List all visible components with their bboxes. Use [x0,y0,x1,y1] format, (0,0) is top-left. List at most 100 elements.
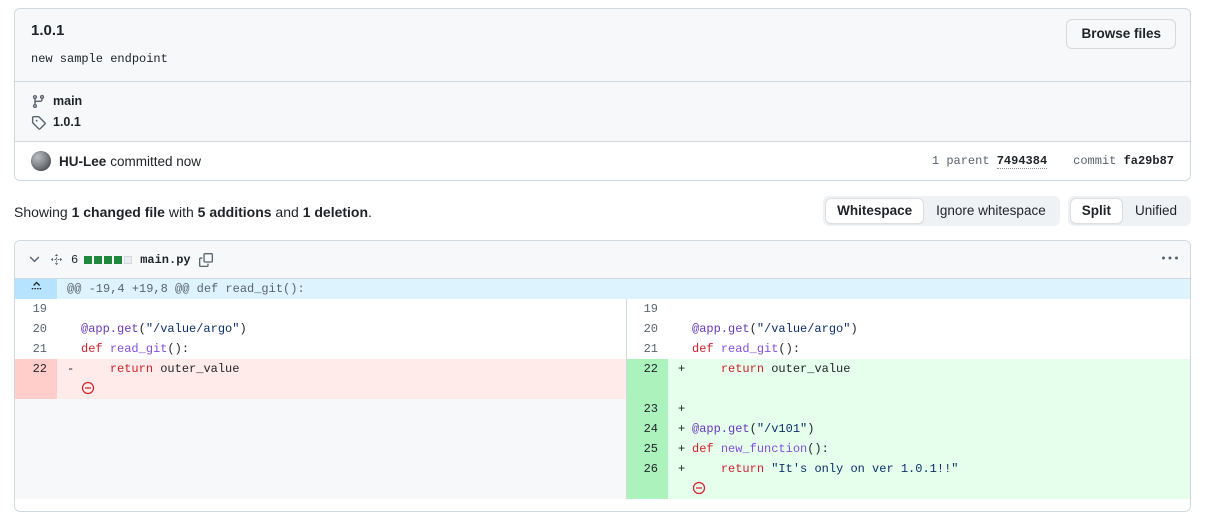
tag-name: 1.0.1 [53,115,81,129]
hunk-header-row: @@ -19,4 +19,8 @@ def read_git(): [15,279,1190,299]
whitespace-toggle-group: Whitespace Ignore whitespace [823,196,1060,226]
unified-view-button[interactable]: Unified [1123,198,1189,224]
code-token: @app.get [81,322,139,336]
line-number-right[interactable]: 23 [625,399,668,419]
table-row [15,379,1190,399]
code-cell-right[interactable]: @app.get("/value/argo") [668,319,1190,339]
code-token: return [720,462,765,476]
file-diff-card: 6 main.py @@ -19,4 +19,8 @@ def read_git… [14,240,1191,512]
browse-files-button[interactable]: Browse files [1066,19,1176,49]
copy-icon[interactable] [198,252,213,267]
code-token: (): [807,442,829,456]
code-token: ( [749,322,757,336]
diff-marker: + [678,422,686,436]
code-cell-left[interactable]: - return outer_value [57,359,626,379]
line-number-right[interactable]: 21 [625,339,668,359]
commit-description: new sample endpoint [31,52,168,66]
summary-changed-files: 1 changed file [71,204,165,220]
line-number-right[interactable]: 22 [625,359,668,379]
code-cell-right[interactable] [668,299,1190,319]
code-cell-right[interactable]: + [668,399,1190,419]
code-token: "/value/argo" [145,322,240,336]
expand-hunk-button[interactable] [15,279,57,299]
code-cell-left [57,459,626,479]
code-token: new_function [720,442,808,456]
code-token: ( [749,422,757,436]
code-cell-right[interactable]: + return "It's only on ver 1.0.1!!" [668,459,1190,479]
line-number-right [625,379,668,399]
code-token: return [720,362,765,376]
commit-refs-section: main 1.0.1 [15,82,1190,142]
commit-time: committed now [110,153,202,169]
line-number-left [15,399,57,419]
branch-ref-row[interactable]: main [31,91,1174,111]
code-cell-left[interactable]: @app.get("/value/argo") [57,319,626,339]
line-number-left[interactable]: 22 [15,359,57,379]
line-number-left[interactable]: 20 [15,319,57,339]
table-row: 24 + @app.get("/v101") [15,419,1190,439]
code-cell-left[interactable] [57,299,626,319]
whitespace-button[interactable]: Whitespace [825,198,925,224]
avatar[interactable] [31,151,51,171]
diff-summary-row: Showing 1 changed file with 5 additions … [14,196,1191,228]
line-number-left [15,379,57,399]
tag-ref-row[interactable]: 1.0.1 [31,112,1174,132]
commit-message-section: 1.0.1 new sample endpoint Browse files [15,9,1190,82]
code-token: outer_value [153,362,240,376]
diff-body: @@ -19,4 +19,8 @@ def read_git(): 19 19 … [15,279,1190,499]
line-number-right[interactable]: 19 [625,299,668,319]
code-token: read_git [109,342,168,356]
line-number-right[interactable]: 24 [625,419,668,439]
change-count: 6 [71,252,79,267]
code-token: ) [850,322,858,336]
file-name[interactable]: main.py [140,253,190,267]
summary-mid: with [164,204,198,220]
table-row [15,479,1190,499]
file-header: 6 main.py [15,241,1190,279]
diff-table: @@ -19,4 +19,8 @@ def read_git(): 19 19 … [15,279,1190,499]
kebab-horizontal-icon[interactable] [1162,250,1178,269]
author-name[interactable]: HU-Lee [59,154,106,169]
line-number-right[interactable]: 26 [625,459,668,479]
line-number-right[interactable]: 25 [625,439,668,459]
summary-prefix: Showing [14,204,72,220]
commit-sha[interactable]: fa29b87 [1124,154,1174,168]
ignore-whitespace-button[interactable]: Ignore whitespace [924,198,1058,224]
line-number-left[interactable]: 19 [15,299,57,319]
hunk-header-right-gutter [626,279,668,299]
line-number-right[interactable]: 20 [625,319,668,339]
split-view-button[interactable]: Split [1069,198,1123,224]
code-cell-left[interactable]: def read_git(): [57,339,626,359]
code-cell-right[interactable]: def read_git(): [668,339,1190,359]
commit-header-card: 1.0.1 new sample endpoint Browse files m… [14,8,1191,181]
code-token: return [109,362,154,376]
line-number-right [625,479,668,499]
unfold-up-icon [29,281,43,295]
diffstat-block-add [84,255,93,264]
chevron-down-icon[interactable] [27,252,42,267]
code-token: outer_value [764,362,851,376]
diffstat-block-add [104,255,113,264]
diff-marker: + [678,362,686,376]
diff-marker: + [678,462,686,476]
diff-marker: + [678,442,686,456]
parent-sha[interactable]: 7494384 [996,154,1048,169]
line-number-left [15,419,57,439]
commit-sha-group: 1 parent 7494384 commit fa29b87 [932,154,1174,169]
line-number-left[interactable]: 21 [15,339,57,359]
code-cell-left [57,479,626,499]
code-token: def [692,342,721,356]
line-number-left [15,459,57,479]
code-cell-right[interactable]: + return outer_value [668,359,1190,379]
move-icon[interactable] [50,253,63,266]
code-cell-right[interactable]: + def new_function(): [668,439,1190,459]
hunk-header-left: @@ -19,4 +19,8 @@ def read_git(): [57,279,626,299]
diffstat-block-add [114,255,123,264]
code-token: def [692,442,721,456]
code-cell-right[interactable]: + @app.get("/v101") [668,419,1190,439]
hunk-header-right [668,279,1190,299]
no-newline-icon [81,381,95,395]
diffstat-block-add [94,255,103,264]
table-row: 26 + return "It's only on ver 1.0.1!!" [15,459,1190,479]
